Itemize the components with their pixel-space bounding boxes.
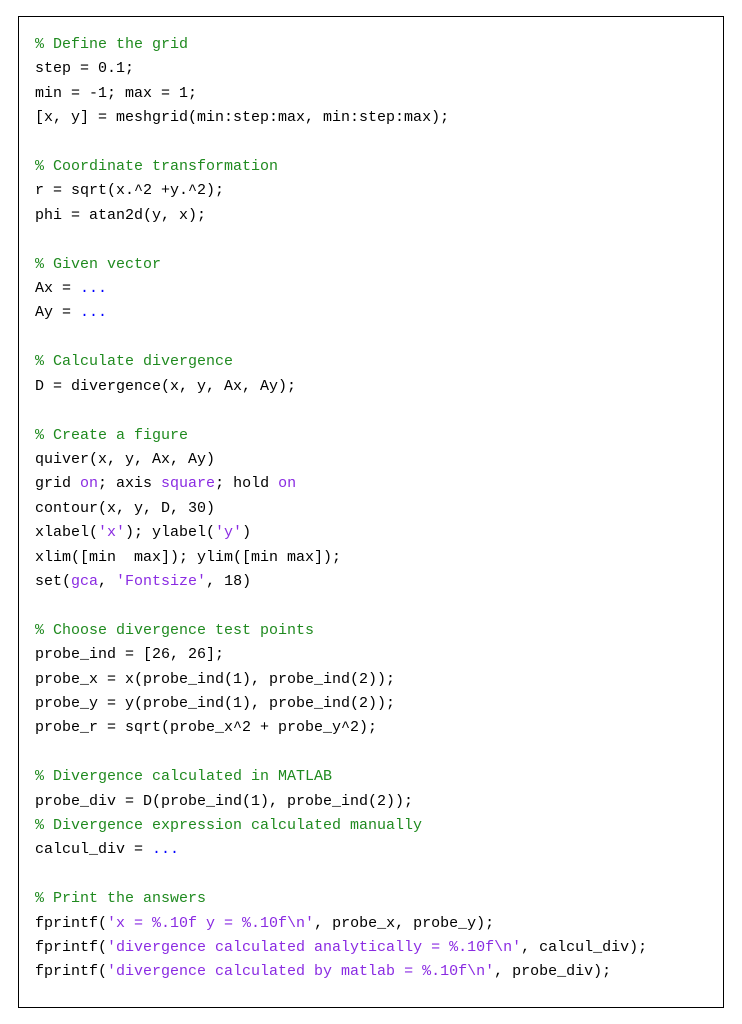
blank-line [35,231,44,248]
code-line: quiver(x, y, Ax, Ay) [35,451,215,468]
code-line: probe_y = y(probe_ind(1), probe_ind(2)); [35,695,395,712]
code-line: grid on; axis square; hold on [35,475,296,492]
code-line: probe_div = D(probe_ind(1), probe_ind(2)… [35,793,413,810]
code-line: [x, y] = meshgrid(min:step:max, min:step… [35,109,449,126]
code-listing: % Define the grid step = 0.1; min = -1; … [18,16,724,1008]
comment-line: % Calculate divergence [35,353,233,370]
blank-line [35,329,44,346]
code-line: step = 0.1; [35,60,134,77]
code-line: probe_r = sqrt(probe_x^2 + probe_y^2); [35,719,377,736]
code-line: xlabel('x'); ylabel('y') [35,524,251,541]
blank-line [35,866,44,883]
code-line: probe_ind = [26, 26]; [35,646,224,663]
blank-line [35,134,44,151]
comment-line: % Define the grid [35,36,188,53]
code-line: fprintf('divergence calculated by matlab… [35,963,611,980]
comment-line: % Divergence calculated in MATLAB [35,768,332,785]
code-line: Ax = ... [35,280,107,297]
comment-line: % Divergence expression calculated manua… [35,817,422,834]
blank-line [35,597,44,614]
comment-line: % Choose divergence test points [35,622,314,639]
comment-line: % Given vector [35,256,161,273]
code-line: D = divergence(x, y, Ax, Ay); [35,378,296,395]
blank-line [35,402,44,419]
code-line: Ay = ... [35,304,107,321]
comment-line: % Coordinate transformation [35,158,278,175]
code-line: set(gca, 'Fontsize', 18) [35,573,251,590]
code-line: min = -1; max = 1; [35,85,197,102]
code-line: r = sqrt(x.^2 +y.^2); [35,182,224,199]
blank-line [35,744,44,761]
code-line: fprintf('divergence calculated analytica… [35,939,647,956]
comment-line: % Create a figure [35,427,188,444]
code-line: probe_x = x(probe_ind(1), probe_ind(2)); [35,671,395,688]
code-line: xlim([min max]); ylim([min max]); [35,549,341,566]
code-line: contour(x, y, D, 30) [35,500,215,517]
code-line: calcul_div = ... [35,841,179,858]
code-line: phi = atan2d(y, x); [35,207,206,224]
comment-line: % Print the answers [35,890,206,907]
code-line: fprintf('x = %.10f y = %.10f\n', probe_x… [35,915,494,932]
